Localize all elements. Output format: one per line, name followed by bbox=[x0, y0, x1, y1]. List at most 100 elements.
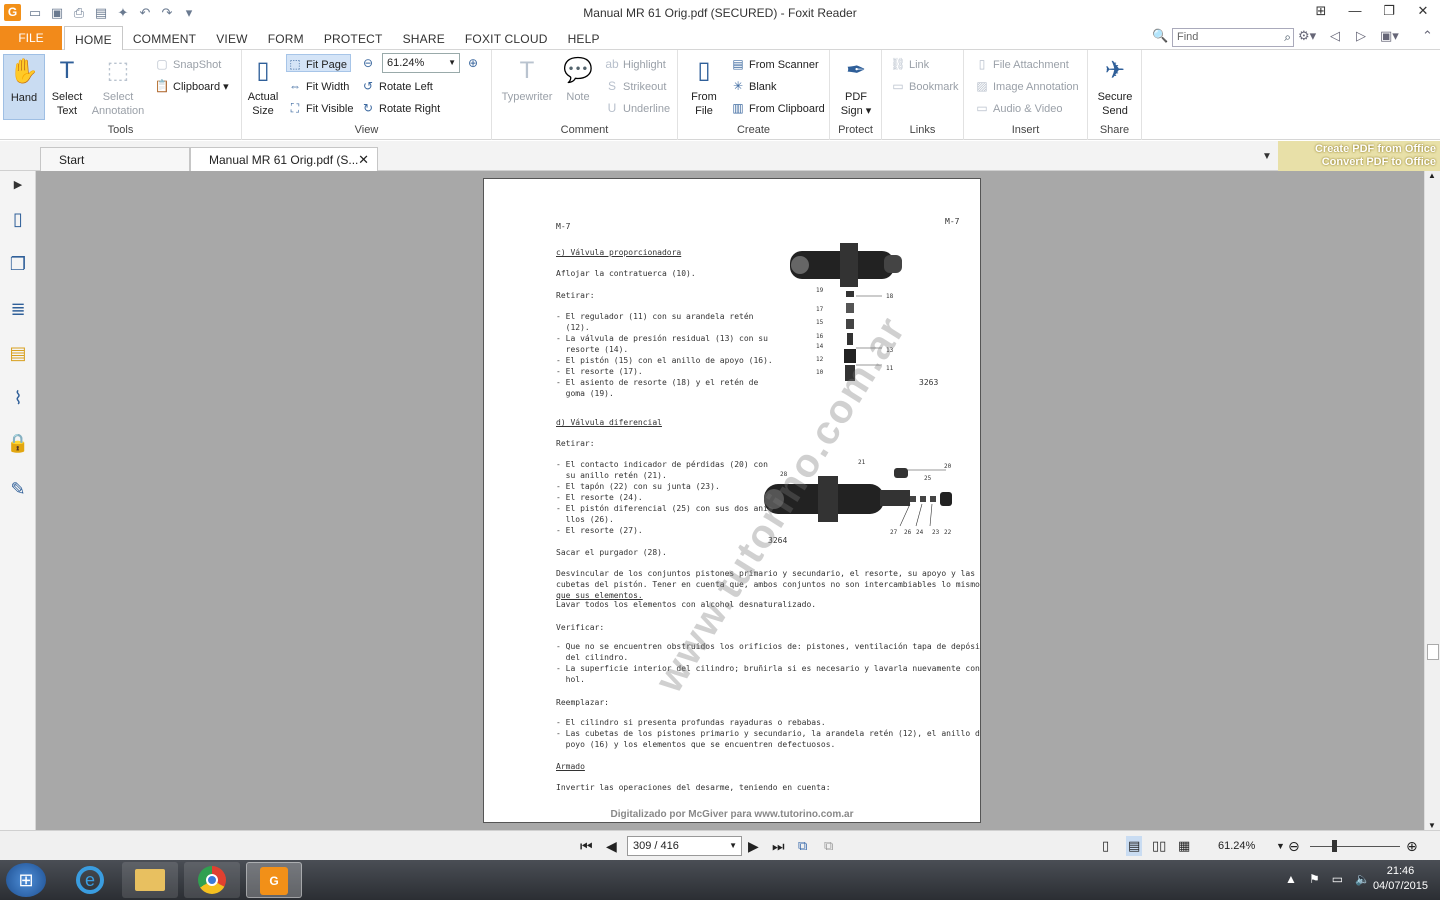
pages-panel-icon[interactable]: ❐ bbox=[6, 252, 30, 276]
first-page-icon[interactable]: ⏮ bbox=[580, 836, 593, 856]
image-annotation-button[interactable]: ▨ Image Annotation bbox=[974, 77, 1078, 95]
rotate-left-button[interactable]: ↺ Rotate Left bbox=[360, 77, 433, 95]
tab-file[interactable]: FILE bbox=[0, 26, 62, 50]
show-hidden-icons-icon[interactable]: ▲ bbox=[1285, 872, 1297, 886]
blank-button[interactable]: ✳ Blank bbox=[730, 77, 777, 95]
file-explorer-icon[interactable] bbox=[122, 862, 178, 898]
facing-page-icon[interactable]: ▯▯ bbox=[1152, 836, 1166, 856]
minimize-button[interactable]: — bbox=[1338, 0, 1372, 22]
comments-panel-icon[interactable]: ▤ bbox=[6, 341, 30, 365]
underline-button[interactable]: U Underline bbox=[604, 99, 670, 117]
zoom-select[interactable]: 61.24% ▼ bbox=[382, 53, 460, 73]
flag-icon[interactable]: ⚑ bbox=[1309, 872, 1320, 886]
previous-view-icon[interactable]: ⧉ bbox=[798, 836, 807, 856]
scroll-thumb[interactable] bbox=[1427, 644, 1439, 660]
last-page-icon[interactable]: ⏭ bbox=[772, 836, 785, 856]
from-file-button[interactable]: ▯ From File bbox=[684, 54, 724, 118]
layout-icon[interactable]: ⊞ bbox=[1304, 0, 1338, 22]
back-arrow-icon[interactable]: ◁ bbox=[1330, 28, 1340, 44]
from-clipboard-button[interactable]: ▥ From Clipboard bbox=[730, 99, 824, 117]
tab-share[interactable]: SHARE bbox=[393, 26, 455, 50]
zoom-in-circle-icon[interactable]: ⊕ bbox=[1406, 836, 1418, 856]
link-button[interactable]: ⛓ Link bbox=[890, 55, 929, 73]
select-annotation-button[interactable]: ⬚ Select Annotation bbox=[88, 54, 148, 118]
promo-banner[interactable]: Create PDF from Office Convert PDF to Of… bbox=[1278, 141, 1440, 171]
vertical-scrollbar[interactable]: ▲ ▼ bbox=[1424, 171, 1440, 830]
volume-icon[interactable]: 🔈 bbox=[1355, 872, 1370, 886]
bookmark-button[interactable]: ▭ Bookmark bbox=[890, 77, 958, 95]
tab-home[interactable]: HOME bbox=[64, 26, 123, 51]
bookmarks-panel-icon[interactable]: ▯ bbox=[6, 207, 30, 231]
actual-size-button[interactable]: ▯ Actual Size bbox=[245, 54, 281, 118]
zoom-slider-knob[interactable] bbox=[1332, 840, 1337, 852]
tab-form[interactable]: FORM bbox=[258, 26, 314, 50]
restore-button[interactable]: ❐ bbox=[1372, 0, 1406, 22]
tab-foxit-cloud[interactable]: FOXIT CLOUD bbox=[455, 26, 558, 50]
from-scanner-button[interactable]: ▤ From Scanner bbox=[730, 55, 818, 73]
search-icon[interactable]: ⌕ bbox=[1284, 29, 1291, 46]
continuous-page-icon[interactable]: ▤ bbox=[1126, 836, 1143, 856]
layers-panel-icon[interactable]: ≣ bbox=[6, 297, 30, 321]
snapshot-button[interactable]: ▢ SnapShot bbox=[154, 55, 221, 73]
zoom-menu-chevron-icon[interactable]: ▼ bbox=[1276, 836, 1285, 856]
pdf-sign-button[interactable]: ✒ PDF Sign ▾ bbox=[836, 54, 876, 118]
rotate-right-button[interactable]: ↻ Rotate Right bbox=[360, 99, 440, 117]
zoom-slider[interactable] bbox=[1310, 840, 1400, 852]
user-icon[interactable]: ▣▾ bbox=[1380, 28, 1399, 44]
strikeout-button[interactable]: S Strikeout bbox=[604, 77, 666, 95]
close-tab-icon[interactable]: ✕ bbox=[358, 148, 369, 172]
typewriter-button[interactable]: T Typewriter bbox=[496, 54, 558, 104]
highlight-button[interactable]: ab Highlight bbox=[604, 55, 666, 73]
windows-start-icon[interactable]: ⊞ bbox=[6, 863, 46, 897]
continuous-facing-icon[interactable]: ▦ bbox=[1178, 836, 1190, 856]
tab-list-chevron-icon[interactable]: ▼ bbox=[1262, 151, 1272, 162]
document-viewport[interactable]: M-7 M-7 c) Válvula proporcionadora Afloj… bbox=[36, 171, 1424, 830]
chrome-icon[interactable] bbox=[184, 862, 240, 898]
list-item: del cilindro. bbox=[556, 653, 629, 662]
zoom-in-button[interactable]: ⊕ bbox=[465, 54, 484, 72]
next-page-icon[interactable]: ▶ bbox=[748, 836, 759, 856]
tab-view[interactable]: VIEW bbox=[206, 26, 257, 50]
tab-help[interactable]: HELP bbox=[558, 26, 610, 50]
zoom-out-button[interactable]: ⊖ bbox=[360, 54, 379, 72]
find-input[interactable]: Find ⌕ bbox=[1172, 28, 1294, 47]
network-icon[interactable]: ▭ bbox=[1332, 872, 1343, 886]
audio-video-button[interactable]: ▭ Audio & Video bbox=[974, 99, 1062, 117]
close-button[interactable]: ✕ bbox=[1406, 0, 1440, 22]
secure-send-button[interactable]: ✈ Secure Send bbox=[1094, 54, 1136, 118]
hand-button[interactable]: ✋ Hand bbox=[3, 54, 45, 120]
lock-icon[interactable]: 🔒 bbox=[6, 431, 30, 455]
next-view-icon[interactable]: ⧉ bbox=[824, 836, 833, 856]
system-clock[interactable]: 21:46 04/07/2015 bbox=[1373, 864, 1428, 894]
zoom-level[interactable]: 61.24% bbox=[1218, 836, 1255, 856]
folder-search-icon[interactable]: 🔍 bbox=[1152, 28, 1168, 44]
pen-icon: ✒ bbox=[845, 57, 867, 84]
internet-explorer-icon[interactable]: e bbox=[62, 862, 118, 898]
note-button[interactable]: 💬 Note bbox=[560, 54, 596, 104]
tab-comment[interactable]: COMMENT bbox=[123, 26, 206, 50]
signatures-panel-icon[interactable]: ✎ bbox=[6, 477, 30, 501]
tab-start[interactable]: Start bbox=[40, 147, 190, 171]
page-number-input[interactable]: 309 / 416 ▼ bbox=[627, 836, 742, 856]
window-title: Manual MR 61 Orig.pdf (SECURED) - Foxit … bbox=[583, 6, 857, 20]
zoom-out-circle-icon[interactable]: ⊖ bbox=[1288, 836, 1300, 856]
tab-protect[interactable]: PROTECT bbox=[314, 26, 393, 50]
clipboard-button[interactable]: 📋 Clipboard ▾ bbox=[154, 77, 229, 95]
attachments-panel-icon[interactable]: ⌇ bbox=[6, 386, 30, 410]
file-attachment-button[interactable]: ▯ File Attachment bbox=[974, 55, 1069, 73]
collapse-ribbon-icon[interactable]: ⌃ bbox=[1422, 28, 1433, 44]
gear-icon[interactable]: ⚙▾ bbox=[1298, 28, 1316, 44]
scroll-up-icon[interactable]: ▲ bbox=[1428, 171, 1436, 180]
select-text-button[interactable]: T Select Text bbox=[47, 54, 87, 118]
previous-page-icon[interactable]: ◀ bbox=[606, 836, 617, 856]
fit-visible-button[interactable]: ⛶ Fit Visible bbox=[287, 99, 354, 117]
scroll-down-icon[interactable]: ▼ bbox=[1428, 821, 1436, 830]
group-create: ▯ From File ▤ From Scanner ✳ Blank ▥ From C… bbox=[678, 50, 830, 140]
tab-document[interactable]: Manual MR 61 Orig.pdf (S... ✕ bbox=[190, 147, 378, 171]
single-page-icon[interactable]: ▯ bbox=[1102, 836, 1109, 856]
expand-panel-icon[interactable]: ▶ bbox=[6, 173, 30, 197]
fit-width-button[interactable]: ⇔ Fit Width bbox=[287, 77, 349, 95]
fit-page-button[interactable]: ⬚ Fit Page bbox=[286, 54, 351, 72]
forward-arrow-icon[interactable]: ▷ bbox=[1356, 28, 1366, 44]
foxit-reader-taskbar-icon[interactable]: G bbox=[246, 862, 302, 898]
